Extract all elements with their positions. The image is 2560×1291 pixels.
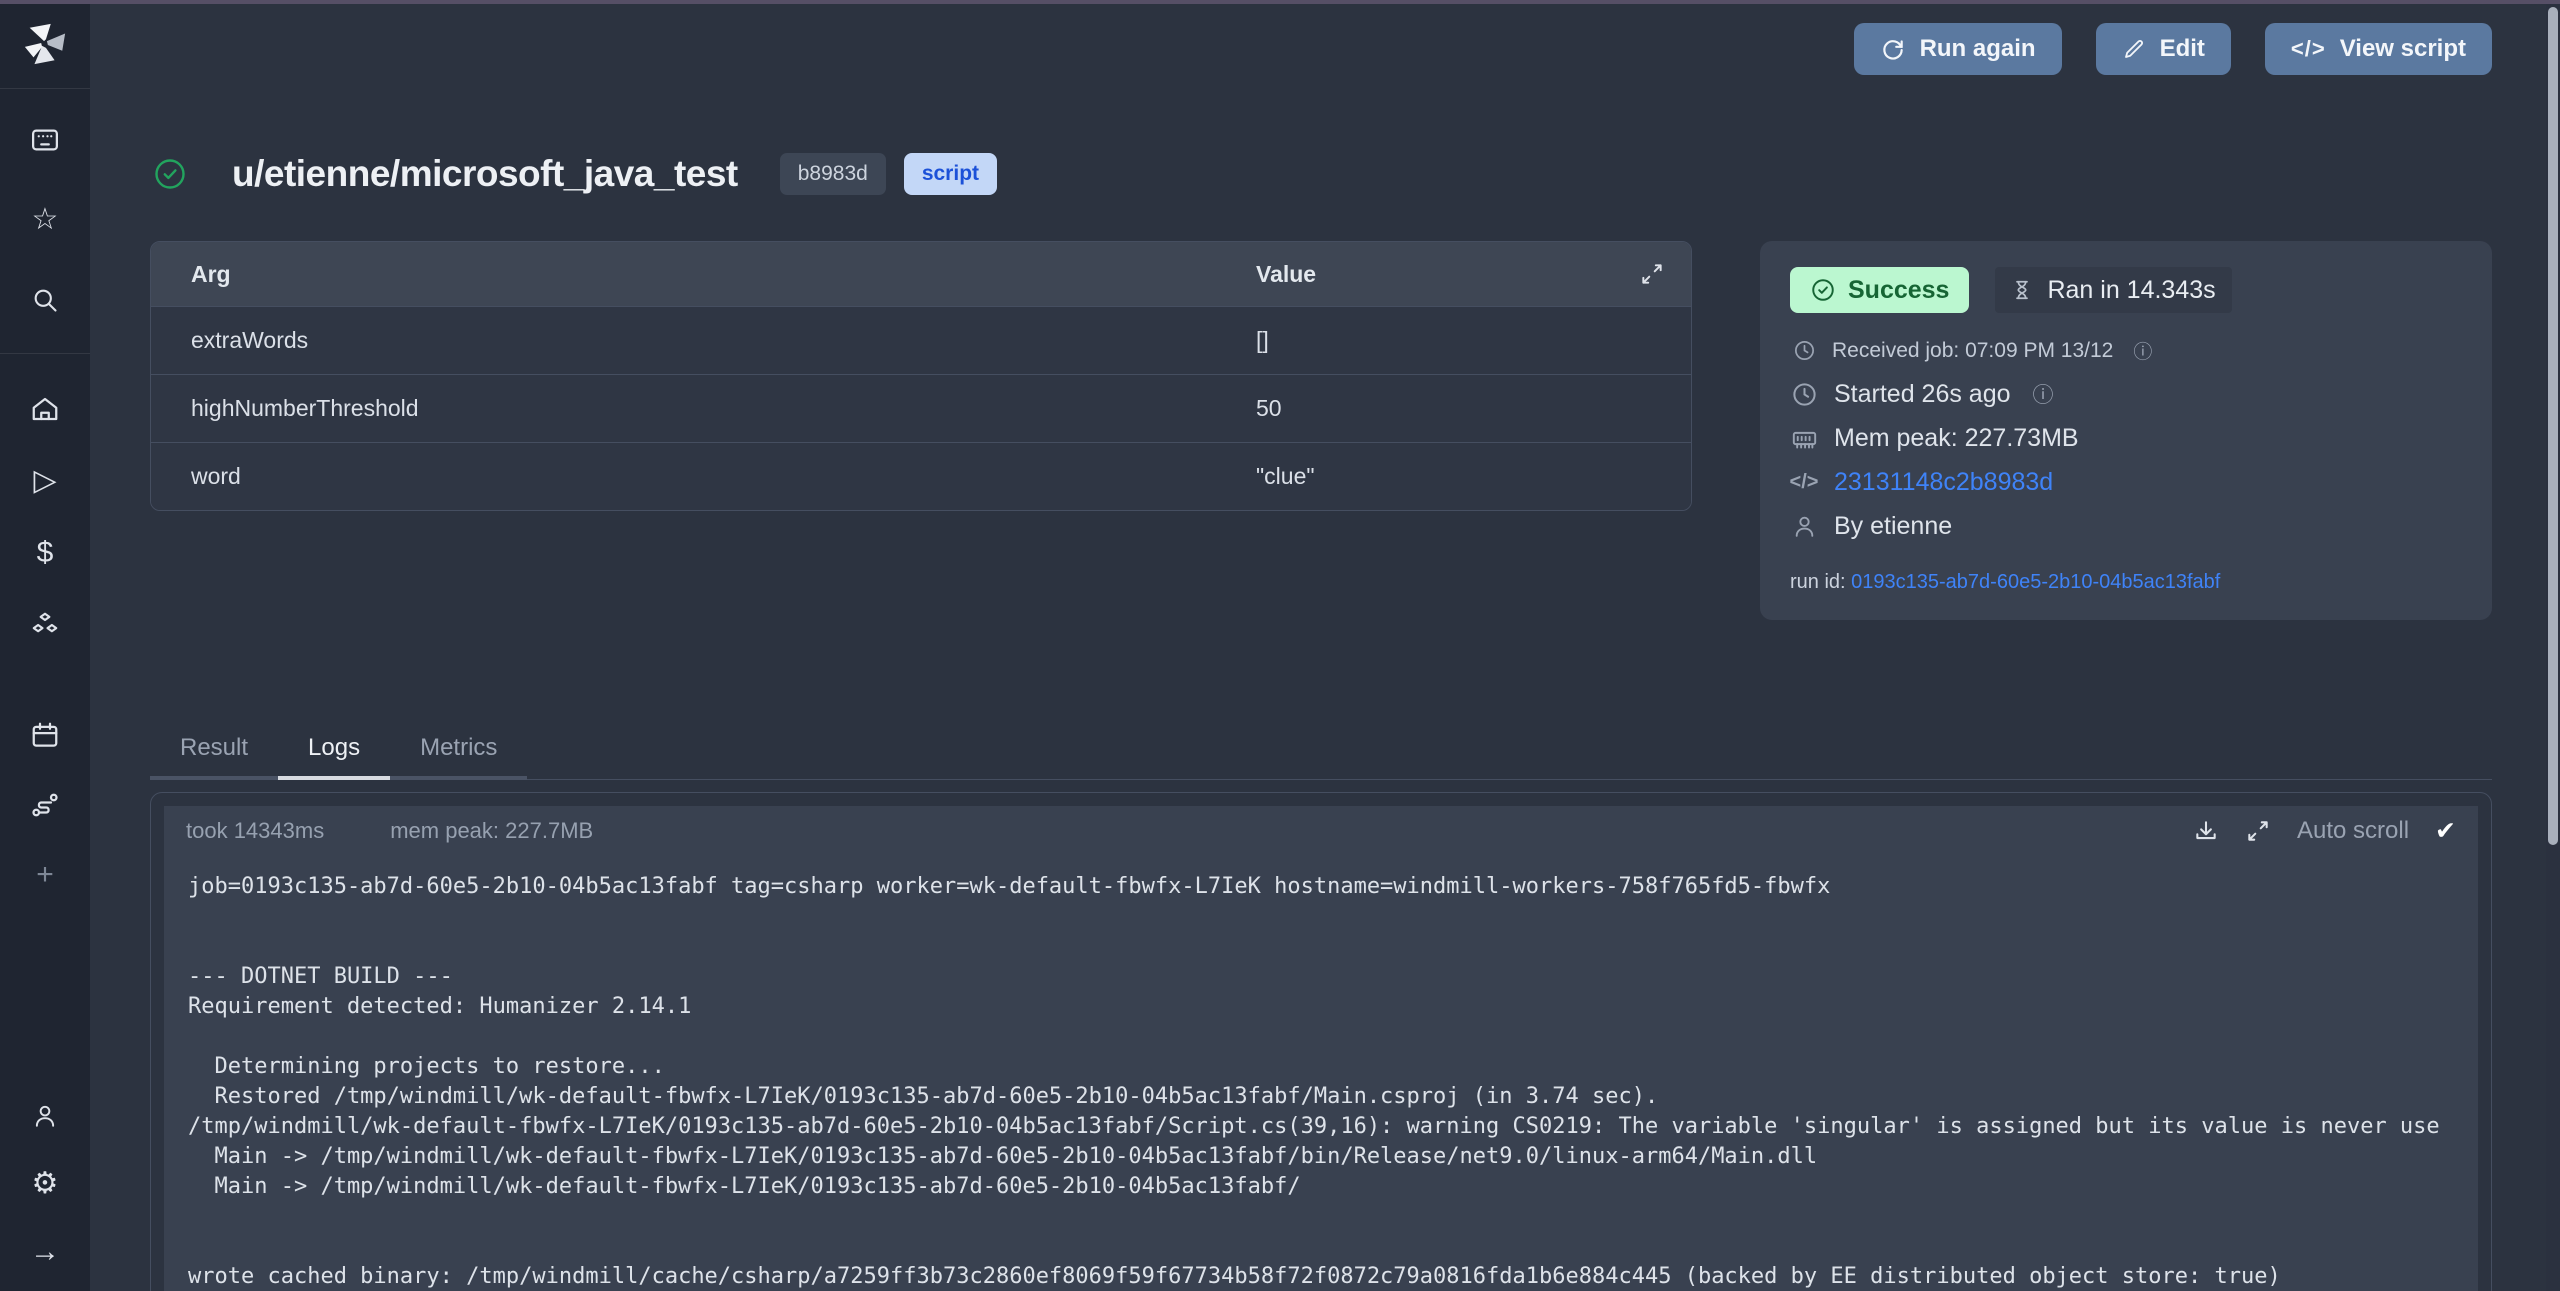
action-toolbar: Run again Edit </> View script — [150, 0, 2492, 75]
table-row: word "clue" — [151, 442, 1691, 510]
duration-chip: Ran in 14.343s — [1995, 267, 2231, 313]
result-tabs: Result Logs Metrics — [150, 724, 2492, 780]
table-row: extraWords [] — [151, 306, 1691, 374]
user-icon[interactable] — [28, 1099, 62, 1133]
clock-icon — [1793, 339, 1816, 362]
run-id-label: run id: — [1790, 571, 1846, 593]
script-hash-row: </> 23131148c2b8983d — [1790, 468, 2462, 497]
code-icon: </> — [2291, 36, 2326, 62]
table-row: highNumberThreshold 50 — [151, 374, 1691, 442]
run-again-button[interactable]: Run again — [1854, 23, 2062, 75]
expand-table-icon[interactable] — [1639, 261, 1665, 287]
script-hash-link[interactable]: 23131148c2b8983d — [1834, 468, 2053, 497]
resources-cubes-icon[interactable] — [28, 608, 62, 642]
triggered-by-label: By etienne — [1834, 512, 1952, 541]
person-icon — [1792, 514, 1817, 539]
clock-icon — [1791, 381, 1818, 408]
memory-icon — [1791, 425, 1818, 452]
page-scrollbar[interactable] — [2546, 0, 2560, 1291]
page-title: u/etienne/microsoft_java_test — [232, 153, 738, 195]
flows-route-icon[interactable] — [28, 788, 62, 822]
arg-name: extraWords — [151, 327, 1256, 354]
run-again-label: Run again — [1920, 35, 2036, 63]
log-mem-peak-label: mem peak: 227.7MB — [390, 818, 593, 844]
received-label: Received job: 07:09 PM 13/12 — [1832, 339, 2113, 363]
arg-value: [] — [1256, 327, 1691, 354]
main-content: Run again Edit </> View script u/etienne… — [90, 0, 2546, 1291]
settings-gear-icon[interactable]: ⚙ — [28, 1167, 62, 1201]
runs-play-icon[interactable]: ▷ — [28, 464, 62, 498]
auto-scroll-label: Auto scroll — [2297, 817, 2409, 845]
log-tools: Auto scroll ✔ — [2193, 816, 2456, 846]
edit-label: Edit — [2160, 35, 2205, 63]
tab-metrics[interactable]: Metrics — [390, 724, 527, 780]
schedules-calendar-icon[interactable] — [28, 718, 62, 752]
sidebar: ☆ ▷ $ — [0, 0, 90, 1291]
apps-icon[interactable] — [28, 123, 62, 157]
triggered-by-row: By etienne — [1790, 512, 2462, 541]
mem-peak-row: Mem peak: 227.73MB — [1790, 424, 2462, 453]
info-icon[interactable]: ⓘ — [2033, 379, 2054, 409]
args-table: Arg Value extraWords [] highNumberThresh… — [150, 241, 1692, 511]
windmill-logo[interactable] — [0, 0, 90, 88]
log-inner: took 14343ms mem peak: 227.7MB Auto scro… — [164, 806, 2478, 1291]
started-label: Started 26s ago — [1834, 380, 2011, 409]
column-header-value: Value — [1256, 261, 1639, 288]
search-icon[interactable] — [28, 283, 62, 317]
download-icon[interactable] — [2193, 818, 2219, 844]
received-row: Received job: 07:09 PM 13/12 ⓘ — [1790, 337, 2462, 364]
page-scrollbar-thumb[interactable] — [2548, 7, 2558, 845]
pencil-icon — [2122, 37, 2146, 61]
auto-scroll-checkbox[interactable]: ✔ — [2435, 816, 2456, 846]
edit-button[interactable]: Edit — [2096, 23, 2231, 75]
check-circle-icon — [1810, 277, 1836, 303]
run-id-row: run id: 0193c135-ab7d-60e5-2b10-04b5ac13… — [1790, 571, 2462, 594]
log-panel: took 14343ms mem peak: 227.7MB Auto scro… — [150, 792, 2492, 1291]
variables-dollar-icon[interactable]: $ — [28, 536, 62, 570]
hourglass-icon — [2011, 277, 2033, 303]
view-script-label: View script — [2340, 35, 2466, 63]
log-text: job=0193c135-ab7d-60e5-2b10-04b5ac13fabf… — [164, 856, 2478, 1291]
info-icon[interactable]: ⓘ — [2133, 337, 2152, 364]
mem-peak-label: Mem peak: 227.73MB — [1834, 424, 2079, 453]
tab-logs[interactable]: Logs — [278, 724, 390, 780]
title-row: u/etienne/microsoft_java_test b8983d scr… — [150, 153, 2492, 195]
arg-value: 50 — [1256, 395, 1691, 422]
favorites-star-icon[interactable]: ☆ — [28, 203, 62, 237]
view-script-button[interactable]: </> View script — [2265, 23, 2492, 75]
duration-label: Ran in 14.343s — [2047, 276, 2215, 305]
started-row: Started 26s ago ⓘ — [1790, 379, 2462, 409]
expand-logs-icon[interactable] — [2245, 818, 2271, 844]
windmill-logo-icon — [22, 21, 68, 67]
column-header-arg: Arg — [151, 261, 1256, 288]
content-row: Arg Value extraWords [] highNumberThresh… — [150, 241, 2492, 620]
tab-result[interactable]: Result — [150, 724, 278, 780]
arg-name: highNumberThreshold — [151, 395, 1256, 422]
log-took-label: took 14343ms — [186, 818, 324, 844]
top-loading-strip — [0, 0, 2560, 4]
success-check-icon — [152, 156, 188, 192]
run-id-link[interactable]: 0193c135-ab7d-60e5-2b10-04b5ac13fabf — [1851, 571, 2220, 593]
add-plus-icon[interactable]: + — [28, 858, 62, 892]
arg-name: word — [151, 463, 1256, 490]
args-table-header: Arg Value — [151, 242, 1691, 306]
status-label: Success — [1848, 276, 1949, 305]
arg-value: "clue" — [1256, 463, 1691, 490]
status-badge: Success — [1790, 267, 1969, 313]
script-hash-badge: b8983d — [780, 153, 886, 195]
code-icon: </> — [1790, 471, 1818, 494]
home-icon[interactable] — [28, 392, 62, 426]
expand-sidebar-arrow-icon[interactable]: → — [28, 1235, 62, 1269]
status-panel: Success Ran in 14.343s — [1760, 241, 2492, 620]
refresh-icon — [1880, 36, 1906, 62]
log-header: took 14343ms mem peak: 227.7MB Auto scro… — [164, 806, 2478, 856]
script-type-badge: script — [904, 153, 997, 195]
